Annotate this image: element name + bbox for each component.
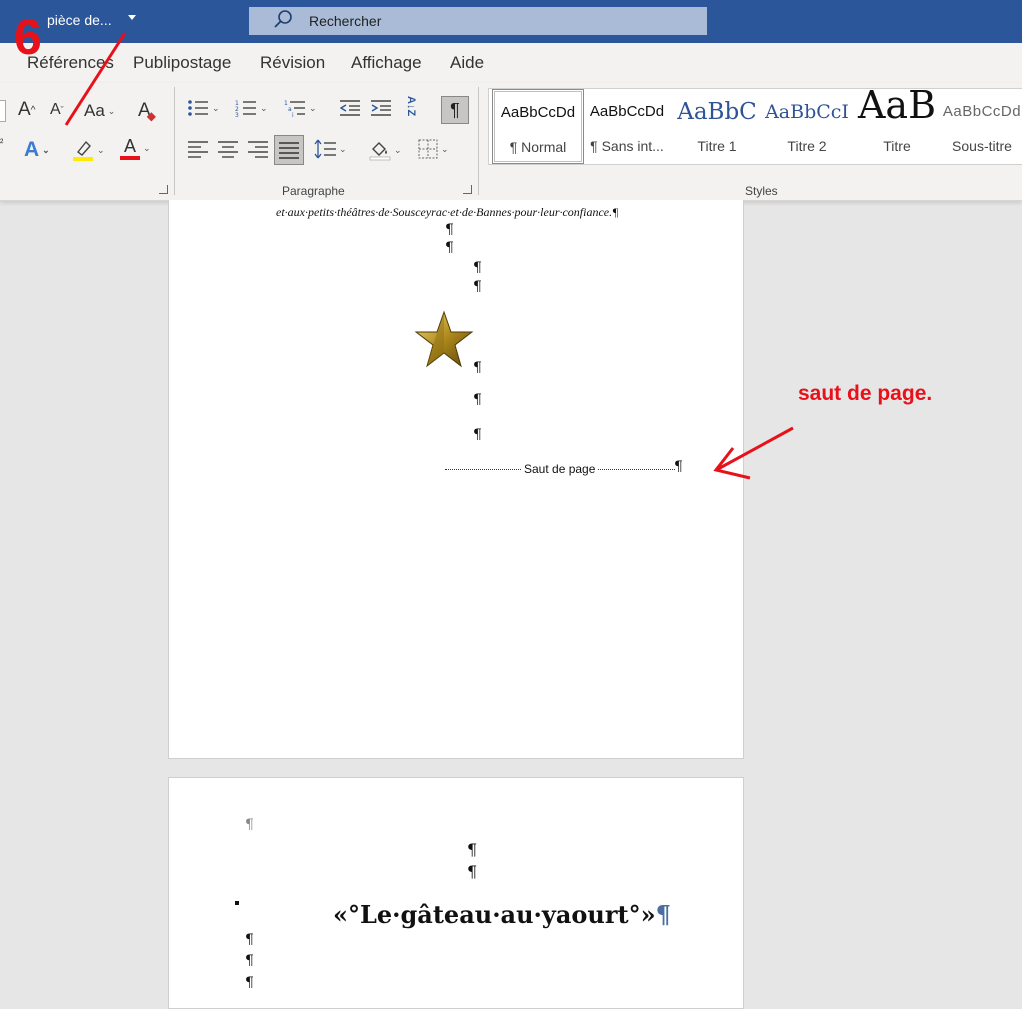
annotation-arrows — [64, 32, 794, 480]
page-break-callout: saut de page. — [798, 382, 933, 405]
step-pointer-line — [64, 32, 127, 126]
callout-arrow-shaft — [717, 426, 794, 471]
callout-arrow-head — [713, 447, 751, 480]
